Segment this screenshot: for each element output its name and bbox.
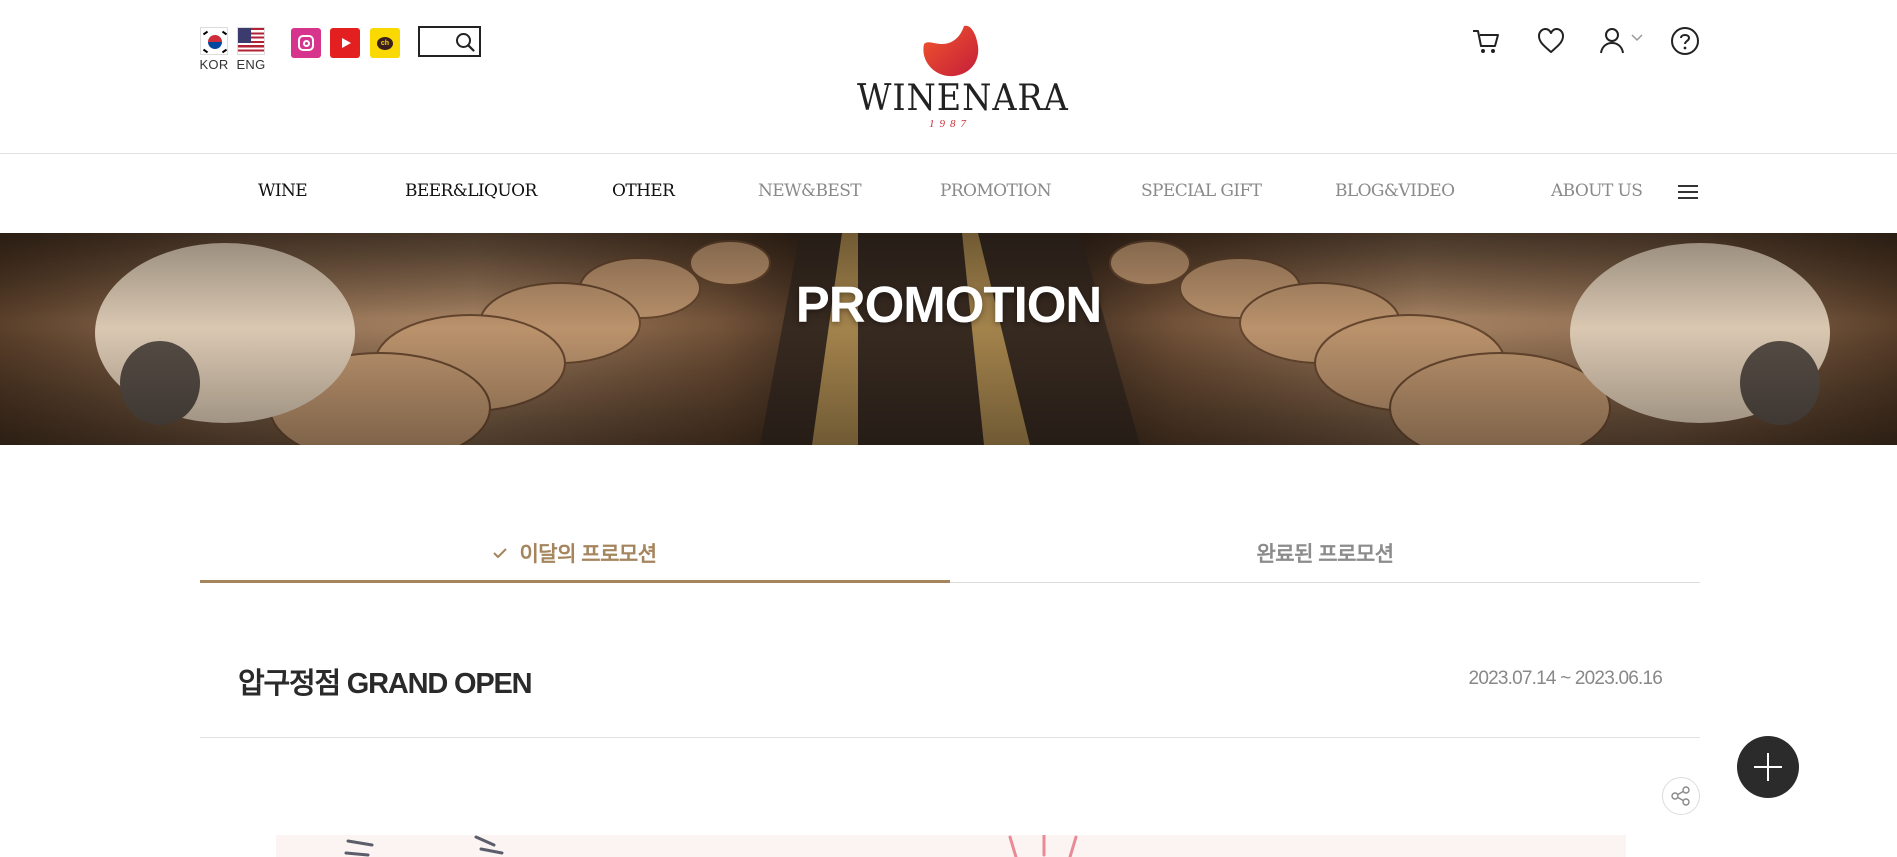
tab-ended-promotions[interactable]: 완료된 프로모션: [950, 528, 1700, 583]
promotion-header: 압구정점 GRAND OPEN 2023.07.14 ~ 2023.06.16: [200, 630, 1700, 738]
nav-item-beer-liquor[interactable]: BEER&LIQUOR: [405, 181, 537, 201]
share-icon: [1671, 786, 1690, 806]
nav-item-other[interactable]: OTHER: [612, 181, 675, 201]
heart-icon: [1538, 28, 1564, 53]
korea-flag-icon: [200, 27, 228, 55]
search-icon[interactable]: [455, 32, 475, 52]
promotion-period: 2023.07.14 ~ 2023.06.16: [1468, 668, 1663, 689]
my-account-button[interactable]: [1597, 26, 1627, 56]
check-icon: [493, 548, 508, 558]
tab-label: 이달의 프로모션: [519, 543, 657, 566]
language-eng-link[interactable]: ENG: [234, 27, 268, 72]
main-navigation: WINE BEER&LIQUOR OTHER NEW&BEST PROMOTIO…: [0, 155, 1897, 233]
cart-button[interactable]: [1471, 26, 1501, 56]
wishlist-button[interactable]: [1536, 26, 1566, 56]
hero-banner: PROMOTION: [0, 233, 1897, 445]
hamburger-icon[interactable]: [1678, 185, 1698, 201]
share-button[interactable]: [1662, 777, 1700, 815]
tab-current-promotions[interactable]: 이달의 프로모션: [200, 528, 950, 583]
kakao-channel-icon: ch: [377, 36, 393, 50]
tab-label: 완료된 프로모션: [1256, 543, 1394, 566]
winenara-logo[interactable]: WINENARA 1987: [850, 22, 1069, 132]
chevron-down-icon[interactable]: [1630, 33, 1644, 43]
language-label: ENG: [236, 57, 266, 72]
search-input[interactable]: [418, 26, 481, 57]
instagram-icon: [298, 35, 314, 51]
usa-flag-icon: [237, 27, 265, 55]
wine-cellar-image: [0, 233, 1897, 445]
logo-wordmark: WINENARA: [857, 78, 1069, 119]
cart-icon: [1473, 30, 1499, 53]
promotion-image-art: [344, 835, 1078, 857]
header-top: KOR ENG ch WINENARA 1987: [0, 0, 1897, 154]
help-button[interactable]: [1670, 26, 1700, 56]
nav-item-promotion[interactable]: PROMOTION: [940, 181, 1052, 201]
language-kor-link[interactable]: KOR: [197, 27, 231, 72]
floating-plus-button[interactable]: [1737, 736, 1799, 798]
nav-item-wine[interactable]: WINE: [258, 181, 308, 201]
youtube-icon: [341, 38, 351, 48]
language-label: KOR: [199, 57, 229, 72]
help-icon: [1671, 27, 1699, 55]
logo-mark-icon: [923, 25, 979, 77]
kakao-channel-link[interactable]: ch: [370, 28, 400, 58]
nav-item-new-best[interactable]: NEW&BEST: [758, 181, 862, 201]
promotion-tabs: 이달의 프로모션 완료된 프로모션: [200, 528, 1700, 583]
user-icon: [1600, 28, 1624, 54]
promotion-title: 압구정점 GRAND OPEN: [238, 668, 533, 700]
nav-item-special-gift[interactable]: SPECIAL GIFT: [1141, 181, 1262, 201]
instagram-link[interactable]: [291, 28, 321, 58]
youtube-link[interactable]: [330, 28, 360, 58]
promotion-image: [276, 835, 1626, 857]
nav-item-blog-video[interactable]: BLOG&VIDEO: [1335, 181, 1455, 201]
logo-year: 1987: [929, 118, 971, 130]
page-title: PROMOTION: [795, 276, 1103, 333]
nav-item-about-us[interactable]: ABOUT US: [1551, 181, 1643, 201]
